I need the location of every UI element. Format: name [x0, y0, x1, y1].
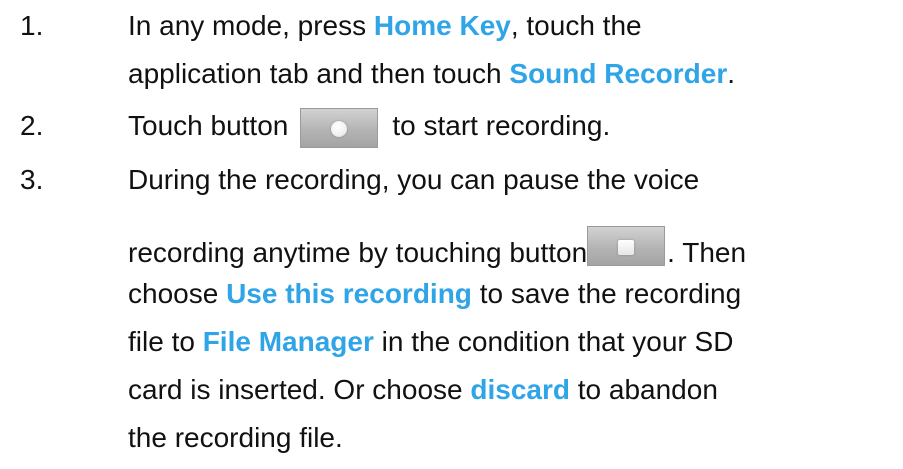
highlight-file-manager: File Manager [202, 326, 374, 357]
highlight-discard: discard [470, 374, 570, 405]
step-text: choose Use this recording to save the re… [128, 278, 742, 309]
step-number: 1. [20, 10, 44, 41]
step-text: the recording file. [128, 422, 343, 453]
step-number: 2. [20, 110, 44, 141]
record-dot-icon [331, 120, 348, 137]
step-text: In any mode, press Home Key, touch the [128, 10, 642, 41]
stop-button-icon [587, 226, 666, 266]
step-number: 3. [20, 164, 44, 195]
highlight-home-key: Home Key [373, 10, 511, 41]
highlight-sound-recorder: Sound Recorder [509, 58, 728, 89]
step-text: recording anytime by touching button. Th… [128, 226, 746, 273]
stop-square-icon [618, 240, 635, 255]
step-text: file to File Manager in the condition th… [128, 326, 734, 357]
step-text: application tab and then touch Sound Rec… [128, 58, 735, 89]
record-button-icon [300, 107, 379, 148]
highlight-use-this-recording: Use this recording [226, 278, 472, 309]
step-text: card is inserted. Or choose discard to a… [128, 374, 718, 405]
step-text: Touch button to start recording. [128, 106, 610, 148]
step-text: During the recording, you can pause the … [128, 164, 700, 195]
